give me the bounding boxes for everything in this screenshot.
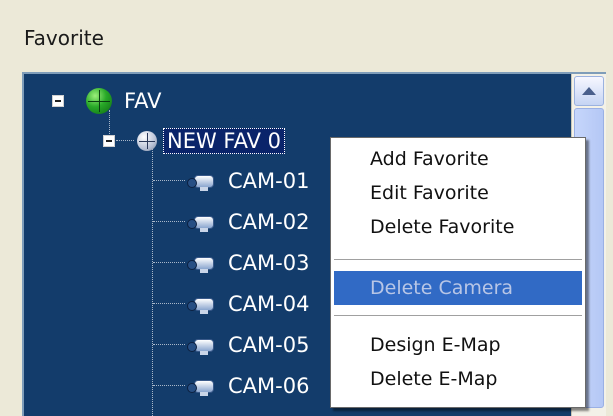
camera-label[interactable]: CAM-01 — [228, 169, 309, 193]
tree-node-camera[interactable]: CAM-05 — [186, 328, 309, 362]
globe-icon — [86, 88, 112, 114]
menu-item-delete-emap[interactable]: Delete E-Map — [334, 362, 582, 396]
menu-item-add-favorite[interactable]: Add Favorite — [334, 142, 582, 176]
tree-node-new-fav[interactable]: NEW FAV 0 — [103, 124, 285, 158]
scroll-up-button[interactable] — [574, 76, 604, 106]
camera-icon — [186, 375, 216, 397]
tree-connector — [152, 144, 153, 416]
scroll-up-arrow-icon — [582, 87, 596, 95]
collapse-icon[interactable] — [103, 135, 115, 147]
camera-label[interactable]: CAM-06 — [228, 374, 309, 398]
camera-label[interactable]: CAM-04 — [228, 292, 309, 316]
menu-item-delete-camera[interactable]: Delete Camera — [334, 271, 582, 305]
tree-node-camera[interactable]: CAM-01 — [186, 164, 309, 198]
tree-connector — [153, 344, 185, 345]
tree-node-camera[interactable]: CAM-03 — [186, 246, 309, 280]
menu-item-design-emap[interactable]: Design E-Map — [334, 328, 582, 362]
tree-connector — [153, 180, 185, 181]
tree-node-label[interactable]: NEW FAV 0 — [163, 128, 285, 154]
panel-title: Favorite — [24, 26, 104, 50]
globe-icon — [137, 131, 157, 151]
menu-item-delete-favorite[interactable]: Delete Favorite — [334, 210, 582, 244]
menu-item-edit-favorite[interactable]: Edit Favorite — [334, 176, 582, 210]
tree-node-camera[interactable]: CAM-06 — [186, 369, 309, 403]
context-menu: Add Favorite Edit Favorite Delete Favori… — [330, 137, 586, 408]
tree-node-fav[interactable]: FAV — [52, 84, 162, 118]
camera-icon — [186, 334, 216, 356]
tree-connector — [153, 385, 185, 386]
tree-node-label[interactable]: FAV — [124, 89, 162, 113]
menu-separator — [334, 259, 582, 261]
tree-node-camera[interactable]: CAM-04 — [186, 287, 309, 321]
camera-icon — [186, 211, 216, 233]
camera-label[interactable]: CAM-05 — [228, 333, 309, 357]
tree-connector — [153, 221, 185, 222]
camera-icon — [186, 293, 216, 315]
camera-icon — [186, 170, 216, 192]
tree-connector — [153, 303, 185, 304]
camera-label[interactable]: CAM-03 — [228, 251, 309, 275]
collapse-icon[interactable] — [52, 95, 64, 107]
camera-label[interactable]: CAM-02 — [228, 210, 309, 234]
tree-node-camera[interactable]: CAM-02 — [186, 205, 309, 239]
camera-icon — [186, 252, 216, 274]
tree-connector — [153, 262, 185, 263]
menu-separator — [334, 315, 582, 317]
